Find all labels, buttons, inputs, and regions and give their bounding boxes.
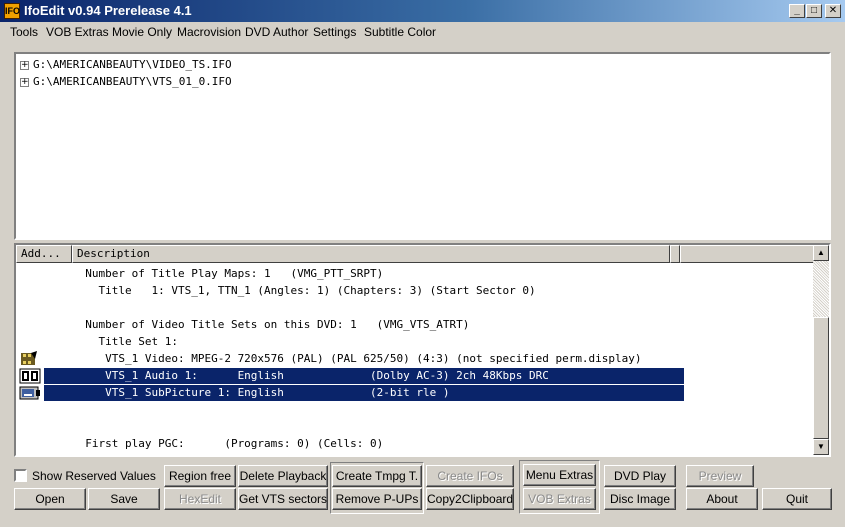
subpicture-icon	[19, 386, 40, 400]
list-item[interactable]: Number of Title Play Maps: 1 (VMG_PTT_SR…	[72, 266, 684, 282]
copy2clipboard-button[interactable]: Copy2Clipboard	[426, 488, 514, 510]
video-film-icon	[21, 351, 37, 365]
column-header-extra[interactable]	[670, 245, 680, 263]
about-button[interactable]: About	[686, 488, 758, 510]
vob-extras-button[interactable]: VOB Extras	[523, 488, 596, 510]
list-item[interactable]	[72, 300, 684, 316]
tree-item[interactable]: + G:\AMERICANBEAUTY\VIDEO_TS.IFO	[20, 58, 232, 71]
scroll-down-icon[interactable]: ▼	[813, 439, 829, 455]
menu-vob-extras[interactable]: VOB Extras	[46, 25, 109, 39]
column-header-address[interactable]: Add...	[16, 245, 72, 263]
menu-bar: Tools VOB Extras Movie Only Macrovision …	[0, 22, 845, 42]
show-reserved-checkbox[interactable]	[14, 469, 27, 482]
show-reserved-label[interactable]: Show Reserved Values	[32, 469, 156, 483]
get-vts-sectors-button[interactable]: Get VTS sectors	[238, 488, 328, 510]
disc-image-button[interactable]: Disc Image	[604, 488, 676, 510]
menu-macrovision[interactable]: Macrovision	[177, 25, 241, 39]
menu-tools[interactable]: Tools	[10, 25, 38, 39]
remove-pups-button[interactable]: Remove P-UPs	[332, 488, 422, 510]
menu-extras-button[interactable]: Menu Extras	[523, 464, 596, 486]
list-item-selected[interactable]: VTS_1 SubPicture 1: English (2-bit rle )	[44, 385, 684, 401]
column-header-filler	[680, 245, 814, 263]
list-item[interactable]: Title Set 1:	[72, 334, 684, 350]
menu-settings[interactable]: Settings	[313, 25, 356, 39]
list-item[interactable]: First play PGC: (Programs: 0) (Cells: 0)	[72, 436, 684, 452]
open-button[interactable]: Open	[14, 488, 86, 510]
list-item[interactable]: VTS_1 Video: MPEG-2 720x576 (PAL) (PAL 6…	[72, 351, 684, 367]
hexedit-button[interactable]: HexEdit	[164, 488, 236, 510]
title-bar: IFO IfoEdit v0.94 Prerelease 4.1 _ □ ✕	[0, 0, 845, 22]
list-item[interactable]: Number of Video Title Sets on this DVD: …	[72, 317, 684, 333]
tree-item-label: G:\AMERICANBEAUTY\VTS_01_0.IFO	[33, 75, 232, 88]
menu-movie-only[interactable]: Movie Only	[112, 25, 172, 39]
scroll-up-icon[interactable]: ▲	[813, 245, 829, 261]
dolby-audio-icon	[19, 368, 41, 384]
list-item-selected[interactable]: VTS_1 Audio 1: English (Dolby AC-3) 2ch …	[44, 368, 684, 384]
info-list[interactable]: Add... Description Number of Title Play …	[14, 243, 831, 457]
expand-icon[interactable]: +	[20, 77, 29, 87]
close-button[interactable]: ✕	[825, 4, 841, 18]
maximize-button[interactable]: □	[806, 4, 822, 18]
window-title: IfoEdit v0.94 Prerelease 4.1	[24, 3, 192, 18]
menu-subtitle-color[interactable]: Subtitle Color	[364, 25, 436, 39]
list-item[interactable]: Title 1: VTS_1, TTN_1 (Angles: 1) (Chapt…	[72, 283, 684, 299]
create-tmpg-button[interactable]: Create Tmpg T.	[332, 465, 422, 487]
scroll-thumb[interactable]	[813, 317, 829, 439]
delete-playback-button[interactable]: Delete Playback	[238, 465, 328, 487]
tree-item-label: G:\AMERICANBEAUTY\VIDEO_TS.IFO	[33, 58, 232, 71]
create-ifos-button[interactable]: Create IFOs	[426, 465, 514, 487]
list-header: Add... Description	[16, 245, 814, 263]
file-tree[interactable]: + G:\AMERICANBEAUTY\VIDEO_TS.IFO + G:\AMER…	[14, 52, 831, 240]
expand-icon[interactable]: +	[20, 60, 29, 70]
vertical-scrollbar[interactable]: ▲ ▼	[813, 245, 829, 455]
tree-item[interactable]: + G:\AMERICANBEAUTY\VTS_01_0.IFO	[20, 75, 232, 88]
menu-dvd-author[interactable]: DVD Author	[245, 25, 308, 39]
list-item[interactable]	[72, 402, 684, 418]
region-free-button[interactable]: Region free	[164, 465, 236, 487]
preview-button[interactable]: Preview	[686, 465, 754, 487]
dvd-play-button[interactable]: DVD Play	[604, 465, 676, 487]
minimize-button[interactable]: _	[789, 4, 805, 18]
column-header-description[interactable]: Description	[72, 245, 670, 263]
quit-button[interactable]: Quit	[762, 488, 832, 510]
save-button[interactable]: Save	[88, 488, 160, 510]
list-item[interactable]	[72, 419, 684, 435]
ifoedit-app-icon[interactable]: IFO	[4, 3, 20, 19]
